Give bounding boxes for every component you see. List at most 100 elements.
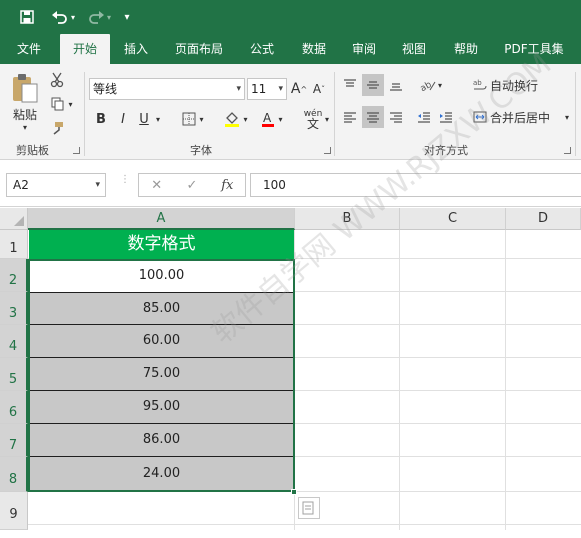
merge-center-icon[interactable] <box>470 106 490 128</box>
wrap-text-icon[interactable]: ab <box>470 74 490 96</box>
gridline <box>505 230 506 530</box>
cancel-icon[interactable]: ✕ <box>139 178 174 193</box>
font-name-combo[interactable]: 等线 ▾ <box>89 78 245 100</box>
cell-a5[interactable]: 75.00 <box>29 358 294 391</box>
alignment-group-label: 对齐方式 <box>424 144 468 157</box>
chevron-down-icon: ▾ <box>278 84 283 94</box>
top-align-icon[interactable] <box>340 74 360 96</box>
row-header-2[interactable]: 2 <box>0 259 28 292</box>
merge-center-button[interactable]: 合并后居中 <box>490 106 562 128</box>
tab-home[interactable]: 开始 <box>60 34 110 64</box>
formula-actions: ✕ ✓ fx <box>138 173 246 197</box>
ribbon-separator <box>575 72 576 156</box>
save-icon[interactable] <box>14 6 40 28</box>
gridline <box>399 230 400 530</box>
font-size-value: 11 <box>251 82 267 96</box>
cell-a8[interactable]: 24.00 <box>29 457 294 492</box>
align-left-icon[interactable] <box>340 106 360 128</box>
row-header-4[interactable]: 4 <box>0 325 28 358</box>
tab-view[interactable]: 视图 <box>392 34 436 64</box>
ribbon-tabs: 文件 开始 插入 页面布局 公式 数据 审阅 视图 帮助 PDF工具集 <box>0 34 581 64</box>
phonetic-dropdown-icon[interactable]: ▾ <box>322 108 332 130</box>
select-all-button[interactable] <box>0 208 28 230</box>
title-bar: ▾ ▾ ▾ <box>0 0 581 34</box>
clipboard-group-label: 剪贴板 <box>16 144 49 157</box>
middle-align-icon[interactable] <box>362 74 384 96</box>
fill-handle[interactable] <box>291 489 297 495</box>
cell-a6[interactable]: 95.00 <box>29 391 294 424</box>
tab-file[interactable]: 文件 <box>6 34 52 64</box>
align-center-icon[interactable] <box>362 106 384 128</box>
font-name-value: 等线 <box>93 82 118 96</box>
italic-button[interactable]: I <box>114 108 132 130</box>
formula-input[interactable]: 100 <box>250 173 581 197</box>
orientation-icon[interactable]: ab ▾ <box>414 74 448 96</box>
row-header-8[interactable]: 8 <box>0 457 28 492</box>
ribbon-separator <box>84 72 85 156</box>
underline-dropdown-icon[interactable]: ▾ <box>152 108 164 130</box>
tab-help[interactable]: 帮助 <box>444 34 488 64</box>
svg-text:ab: ab <box>420 80 434 92</box>
bold-button[interactable]: B <box>92 108 110 130</box>
drag-handle-icon[interactable]: ⋮ <box>120 175 130 193</box>
worksheet-grid: A B C D 1 2 3 4 5 6 7 8 9 数字格式 100.00 85… <box>0 47 581 530</box>
gridline <box>294 230 295 530</box>
column-header-a[interactable]: A <box>28 208 295 230</box>
tab-review[interactable]: 审阅 <box>342 34 386 64</box>
tab-pdf-tools[interactable]: PDF工具集 <box>498 34 570 64</box>
font-color-icon[interactable]: A ▾ <box>256 108 288 130</box>
format-painter-icon[interactable] <box>46 118 68 138</box>
paste-button[interactable]: 粘贴 <box>8 106 42 122</box>
bottom-align-icon[interactable] <box>386 74 406 96</box>
merge-dropdown-icon[interactable]: ▾ <box>560 106 574 128</box>
align-right-icon[interactable] <box>386 106 406 128</box>
svg-text:A: A <box>263 111 272 125</box>
grow-font-icon[interactable]: A ^ <box>290 78 308 100</box>
ribbon-separator <box>334 72 335 156</box>
increase-indent-icon[interactable] <box>436 106 456 128</box>
formula-bar: A2 ▾ ⋮ ✕ ✓ fx 100 <box>0 161 581 207</box>
tab-data[interactable]: 数据 <box>292 34 336 64</box>
row-header-3[interactable]: 3 <box>0 292 28 325</box>
copy-icon[interactable]: ▾ <box>46 94 78 114</box>
tab-page-layout[interactable]: 页面布局 <box>168 34 230 64</box>
row-header-5[interactable]: 5 <box>0 358 28 391</box>
clipboard-launcher-icon[interactable] <box>73 147 80 154</box>
redo-icon[interactable]: ▾ <box>82 6 116 28</box>
column-header-b[interactable]: B <box>295 208 400 230</box>
tab-formulas[interactable]: 公式 <box>240 34 284 64</box>
cell-a4[interactable]: 60.00 <box>29 325 294 358</box>
borders-icon[interactable]: ▾ <box>176 108 210 130</box>
row-header-6[interactable]: 6 <box>0 391 28 424</box>
alignment-launcher-icon[interactable] <box>564 147 571 154</box>
cell-a3[interactable]: 85.00 <box>29 292 294 325</box>
row-header-1[interactable]: 1 <box>0 230 28 259</box>
paste-dropdown-icon[interactable]: ▾ <box>12 122 38 132</box>
cell-a7[interactable]: 86.00 <box>29 424 294 457</box>
column-header-d[interactable]: D <box>506 208 581 230</box>
insert-function-icon[interactable]: fx <box>210 178 245 193</box>
row-header-7[interactable]: 7 <box>0 424 28 457</box>
font-group-label: 字体 <box>190 144 212 157</box>
undo-icon[interactable]: ▾ <box>46 6 80 28</box>
fill-color-icon[interactable]: ▾ <box>218 108 254 130</box>
underline-button[interactable]: U <box>136 108 152 130</box>
cell-a2[interactable]: 100.00 <box>29 259 294 292</box>
paste-icon[interactable] <box>8 70 42 106</box>
font-launcher-icon[interactable] <box>324 147 331 154</box>
row-header-9[interactable]: 9 <box>0 492 28 530</box>
cut-icon[interactable] <box>46 70 68 90</box>
shrink-font-icon[interactable]: Aˇ <box>310 78 328 100</box>
enter-icon[interactable]: ✓ <box>174 178 209 193</box>
svg-text:ab: ab <box>473 79 482 87</box>
font-size-combo[interactable]: 11 ▾ <box>247 78 287 100</box>
wrap-text-button[interactable]: 自动换行 <box>490 74 550 96</box>
decrease-indent-icon[interactable] <box>414 106 434 128</box>
name-box[interactable]: A2 ▾ <box>6 173 106 197</box>
customize-qat-icon[interactable]: ▾ <box>118 6 136 28</box>
name-box-value: A2 <box>13 178 29 192</box>
column-header-c[interactable]: C <box>400 208 506 230</box>
cell-a1[interactable]: 数字格式 <box>29 230 294 259</box>
quick-analysis-icon[interactable] <box>298 497 320 519</box>
tab-insert[interactable]: 插入 <box>114 34 158 64</box>
